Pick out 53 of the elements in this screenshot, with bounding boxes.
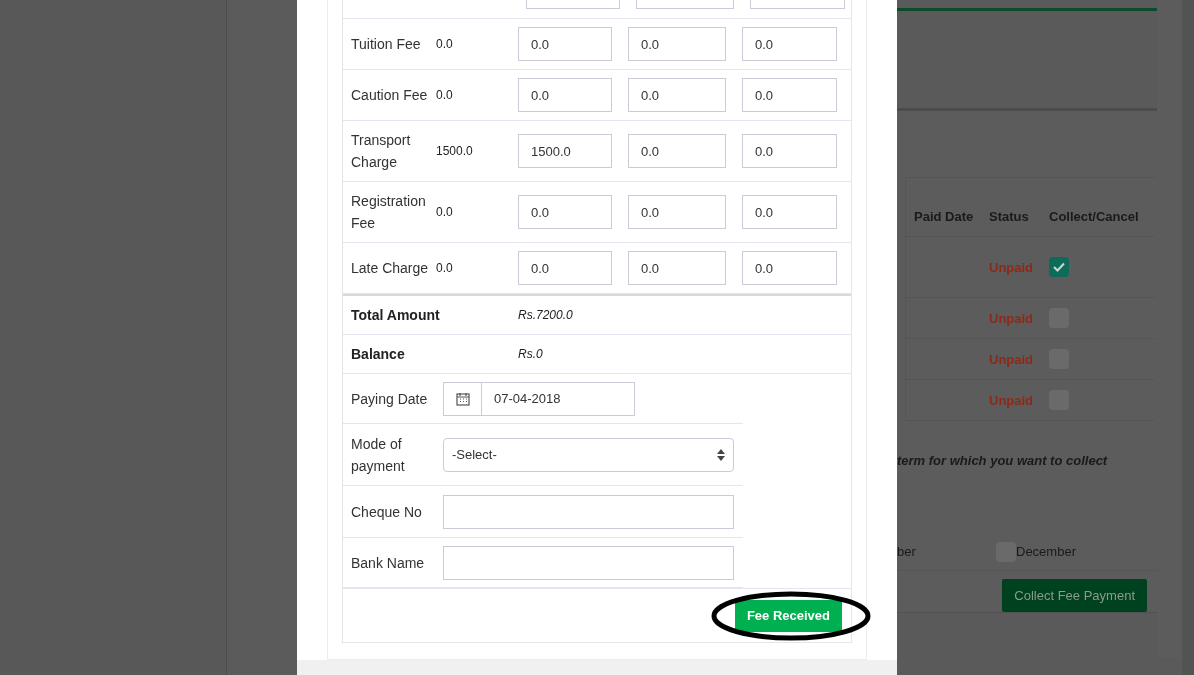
amount-field[interactable]: 0.0	[742, 78, 837, 112]
check-icon	[1053, 262, 1065, 273]
amount-field[interactable]: 0.0	[518, 78, 612, 112]
fee-label: Late Charge	[350, 259, 430, 278]
amount-field[interactable]: 0.0	[742, 195, 837, 229]
amount-field[interactable]: 0.0	[628, 251, 726, 285]
amount-field[interactable]: 0.0	[628, 27, 726, 61]
fee-amount: 0.0	[436, 36, 454, 53]
amount-field[interactable]: 0.0	[628, 134, 726, 168]
amount-field[interactable]: 0.0	[518, 195, 612, 229]
amount-field[interactable]: 0.0	[742, 134, 837, 168]
month-label: ber	[897, 543, 916, 562]
amount-field[interactable]: 0.0	[628, 195, 726, 229]
calendar-addon[interactable]	[443, 381, 482, 416]
fee-label: Caution Fee	[350, 86, 429, 105]
fee-amount: 1500.0	[436, 143, 474, 160]
fee-label: Tuition Fee	[350, 35, 422, 54]
column-header: Status	[988, 208, 1030, 227]
calendar-icon	[455, 391, 470, 406]
fee-label: Registration Fee	[350, 192, 427, 233]
collect-checkbox[interactable]	[1049, 257, 1069, 278]
field-label: Mode of payment	[350, 434, 406, 476]
status-text: Unpaid	[988, 309, 1035, 328]
fee-amount: 0.0	[436, 260, 454, 277]
column-header: Collect/Cancel	[1048, 208, 1140, 227]
amount-field[interactable]: 1500.0	[518, 134, 612, 168]
fee-amount: 0.0	[436, 204, 454, 221]
amount-field[interactable]: 0.0	[518, 27, 612, 61]
column-header: Paid Date	[913, 208, 975, 227]
status-text: Unpaid	[988, 391, 1035, 410]
payment-mode-select[interactable]: -Select-	[443, 437, 734, 472]
amount-field[interactable]: 0.0	[518, 251, 612, 285]
text-field[interactable]	[443, 545, 734, 580]
collect-fee-button[interactable]: Collect Fee Payment	[1002, 579, 1147, 612]
status-text: Unpaid	[988, 350, 1035, 369]
total-value: Rs.7200.0	[518, 307, 573, 324]
sort-arrows-icon	[717, 448, 725, 461]
text-field[interactable]	[443, 494, 734, 529]
total-value: Rs.0	[518, 346, 543, 363]
field-label: Cheque No	[350, 502, 423, 522]
total-label: Balance	[350, 344, 406, 364]
amount-field[interactable]: 0.0	[742, 27, 837, 61]
date-field[interactable]: 07-04-2018	[482, 381, 635, 416]
total-label: Total Amount	[350, 305, 441, 325]
amount-field[interactable]: 0.0	[742, 251, 837, 285]
status-text: Unpaid	[988, 258, 1035, 277]
month-label: December	[1016, 543, 1076, 562]
field-label: Bank Name	[350, 553, 426, 573]
field-label: Paying Date	[350, 389, 429, 409]
fee-label: Transport Charge	[350, 131, 412, 172]
fee-amount: 0.0	[436, 87, 454, 104]
instruction-text: term for which you want to collect	[897, 452, 1109, 471]
amount-field[interactable]: 0.0	[628, 78, 726, 112]
